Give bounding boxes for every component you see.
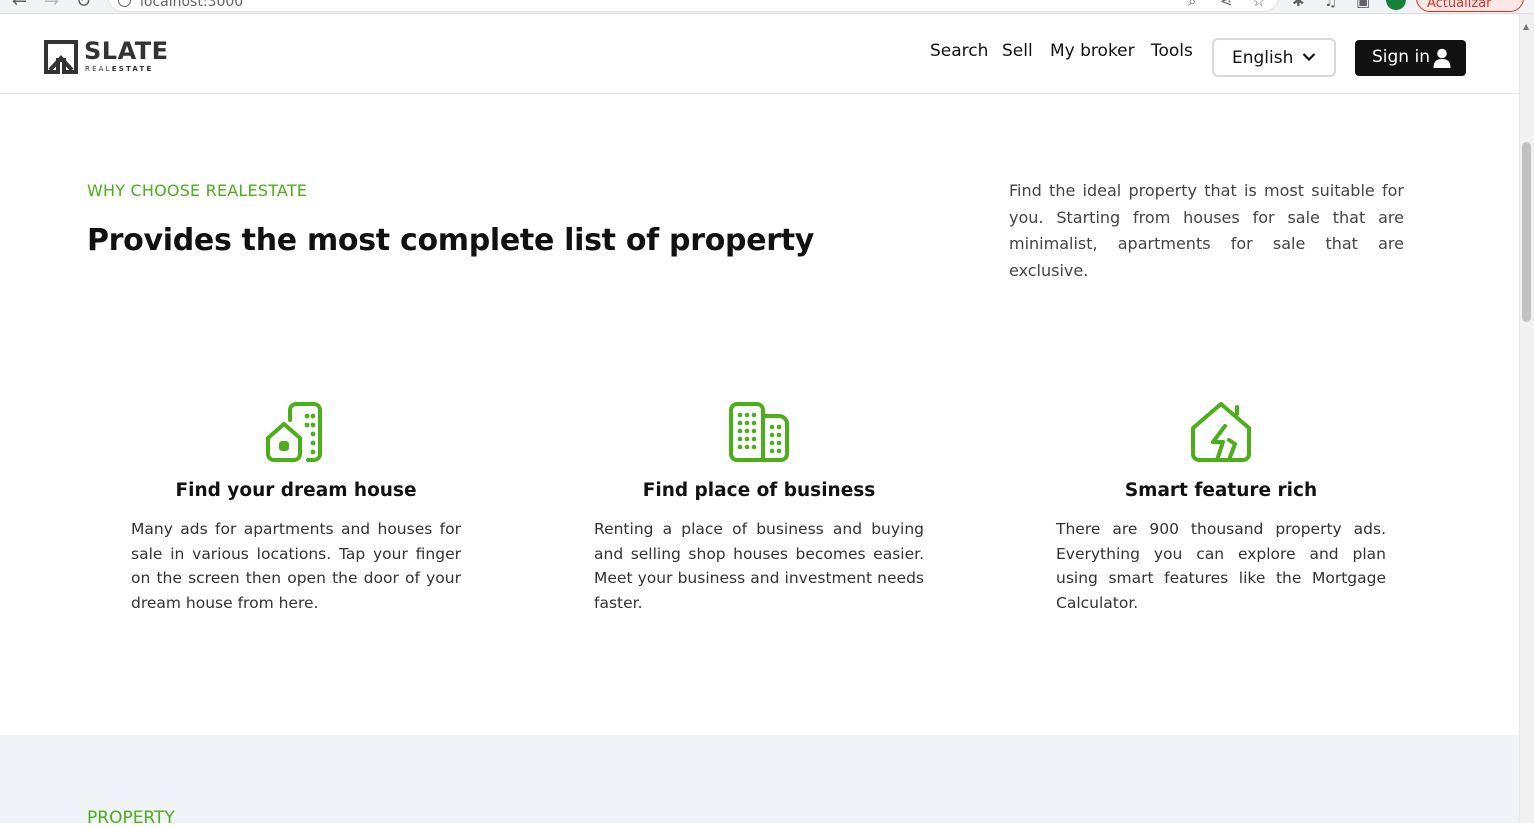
update-button[interactable]: Actualizar (1416, 0, 1524, 12)
property-eyebrow: PROPERTY (87, 808, 175, 828)
media-icon[interactable]: ♫ (1324, 0, 1337, 10)
scroll-up-arrow-icon[interactable]: ▲ (1523, 22, 1529, 31)
language-value: English (1232, 48, 1294, 68)
extensions-icon[interactable]: ✱ (1292, 0, 1305, 10)
house-building-icon (266, 402, 322, 462)
scrollbar-thumb[interactable] (1522, 142, 1531, 322)
share-icon[interactable]: ⋖ (1220, 0, 1233, 10)
feature-description: Many ads for apartments and houses for s… (131, 520, 461, 613)
profile-avatar[interactable] (1386, 0, 1406, 10)
nav-tools[interactable]: Tools (1151, 40, 1193, 62)
feature-card-business: Find place of business Renting a place o… (594, 400, 924, 616)
nav-my-broker[interactable]: My broker (1050, 40, 1135, 62)
zoom-icon[interactable]: ⌕ (1188, 0, 1196, 10)
feature-title: Find place of business (642, 480, 876, 501)
property-section (0, 735, 1519, 823)
feature-description: Renting a place of business and buying a… (594, 520, 924, 613)
section-intro: Find the ideal property that is most sui… (1009, 181, 1404, 280)
back-icon[interactable]: ← (12, 0, 27, 12)
side-panel-icon[interactable]: ▣ (1356, 0, 1370, 10)
address-bar[interactable] (107, 0, 1279, 12)
forward-icon[interactable]: → (44, 0, 59, 12)
reload-icon[interactable]: ↻ (76, 0, 91, 12)
brand-subtitle-a: REAL (85, 65, 112, 73)
slate-logo-icon (44, 40, 78, 74)
feature-card-dream-house: Find your dream house Many ads for apart… (131, 400, 461, 616)
section-eyebrow: WHY CHOOSE REALESTATE (87, 181, 308, 200)
user-icon (1433, 48, 1451, 68)
page-scrollbar[interactable] (1519, 14, 1534, 823)
sign-in-button[interactable]: Sign in (1355, 40, 1466, 76)
feature-title: Smart feature rich (1124, 480, 1318, 501)
site-logo[interactable]: SLATE REALESTATE (44, 38, 174, 74)
language-select[interactable]: English (1212, 38, 1336, 77)
site-header: SLATE REALESTATE Search Sell My broker T… (0, 14, 1519, 94)
chevron-down-icon (1302, 53, 1316, 62)
brand-subtitle: REALESTATE (85, 65, 153, 73)
bookmark-star-icon[interactable]: ☆ (1252, 0, 1265, 10)
sign-in-label: Sign in (1372, 47, 1430, 67)
brand-subtitle-b: ESTATE (111, 65, 154, 73)
feature-title: Find your dream house (175, 480, 417, 501)
office-buildings-icon (729, 402, 789, 462)
smart-home-icon (1191, 402, 1251, 462)
browser-toolbar: ← → ↻ localhost:3000 ⌕ ⋖ ☆ ✱ ♫ ▣ Actuali… (0, 0, 1534, 14)
url-text[interactable]: localhost:3000 (140, 0, 243, 10)
section-heading: Provides the most complete list of prope… (87, 223, 815, 258)
nav-search[interactable]: Search (930, 40, 988, 62)
feature-card-smart: Smart feature rich There are 900 thousan… (1056, 400, 1386, 616)
update-button-label: Actualizar (1427, 0, 1492, 11)
feature-description: There are 900 thousand property ads. Eve… (1056, 520, 1386, 613)
nav-sell[interactable]: Sell (1002, 40, 1033, 62)
brand-name: SLATE (84, 37, 169, 65)
